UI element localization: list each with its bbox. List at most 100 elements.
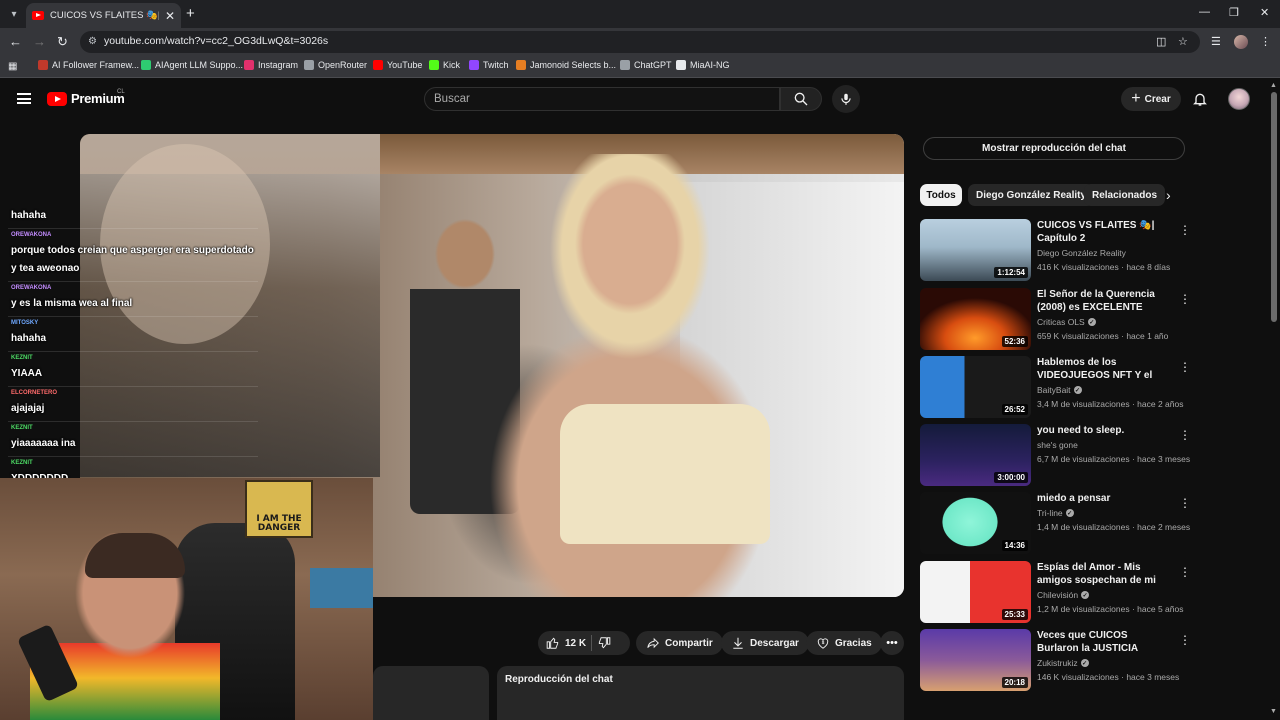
video-title[interactable]: Espías del Amor - Mis amigos sospechan d… <box>1037 561 1172 587</box>
account-avatar[interactable] <box>1228 88 1250 110</box>
chevron-right-icon[interactable]: › <box>1166 187 1171 203</box>
menu-icon[interactable] <box>17 93 31 104</box>
video-thumbnail[interactable]: 26:52 <box>920 356 1031 418</box>
address-bar[interactable]: ⚙ youtube.com/watch?v=cc2_OG3dLwQ&t=3026… <box>80 31 1200 53</box>
channel-name[interactable]: Tri-line <box>1037 508 1063 518</box>
bookmark-openrouter[interactable]: OpenRouter <box>304 60 367 70</box>
more-actions-button[interactable]: ••• <box>880 631 904 655</box>
video-thumbnail[interactable]: 52:36 <box>920 288 1031 350</box>
tab-search-button[interactable]: ▾ <box>4 4 24 24</box>
forward-arrow-icon[interactable]: → <box>33 34 46 49</box>
chip-channel[interactable]: Diego González Reality <box>968 184 1095 206</box>
video-title[interactable]: miedo a pensar <box>1037 492 1172 505</box>
video-channel[interactable]: Zukistrukiz ✓ <box>1037 658 1089 668</box>
channel-name[interactable]: Diego González Reality <box>1037 248 1126 258</box>
scroll-down-icon[interactable]: ▼ <box>1270 708 1277 715</box>
share-button[interactable]: Compartir <box>636 631 723 655</box>
scroll-up-icon[interactable]: ▲ <box>1270 82 1277 89</box>
video-channel[interactable]: Chilevisión ✓ <box>1037 590 1090 600</box>
notifications-button[interactable] <box>1192 91 1208 112</box>
video-channel[interactable]: Diego González Reality <box>1037 248 1126 258</box>
chat-message-text: yiaaaaaaa ina <box>11 438 76 449</box>
recommended-video[interactable]: 14:36 miedo a pensar Tri-line ✓ 1,4 M de … <box>920 492 1191 554</box>
voice-search-button[interactable] <box>832 85 860 113</box>
bookmark-youtube[interactable]: YouTube <box>373 60 422 70</box>
video-menu-icon[interactable]: ⋮ <box>1179 428 1191 442</box>
video-menu-icon[interactable]: ⋮ <box>1179 223 1191 237</box>
like-count[interactable]: 12 K <box>565 638 586 649</box>
youtube-premium-logo[interactable]: Premium <box>47 91 125 106</box>
video-thumbnail[interactable]: 14:36 <box>920 492 1031 554</box>
bookmark-miaai[interactable]: MiaAI-NG <box>676 60 730 70</box>
chat-replay-panel[interactable]: Reproducción del chat <box>497 666 904 720</box>
recommended-video[interactable]: 26:52 Hablemos de los VIDEOJUEGOS NFT Y … <box>920 356 1191 418</box>
chat-username: KEZNIT <box>11 355 33 361</box>
search-button[interactable] <box>780 87 822 111</box>
bookmark-jamonoid[interactable]: Jamonoid Selects b... <box>516 60 616 70</box>
download-button[interactable]: Descargar <box>721 631 809 655</box>
video-menu-icon[interactable]: ⋮ <box>1179 360 1191 374</box>
channel-name[interactable]: Chilevisión <box>1037 590 1078 600</box>
bookmark-twitch[interactable]: Twitch <box>469 60 509 70</box>
video-title[interactable]: you need to sleep. <box>1037 424 1172 437</box>
chip-all[interactable]: Todos <box>920 184 962 206</box>
create-button[interactable]: + Crear <box>1121 87 1181 111</box>
bookmark-instagram[interactable]: Instagram <box>244 60 298 70</box>
video-thumbnail[interactable]: 1:12:54 <box>920 219 1031 281</box>
bookmark-ai-follower[interactable]: AI Follower Framew... <box>38 60 139 70</box>
search-input[interactable]: Buscar <box>424 87 780 111</box>
bookmark-aiagent[interactable]: AIAgent LLM Suppo... <box>141 60 243 70</box>
browser-tab-active[interactable]: CUICOS VS FLAITES 🎭| Capítulo ✕ <box>26 3 181 28</box>
bookmarks-bar: ▦ AI Follower Framew... AIAgent LLM Supp… <box>0 56 1280 78</box>
video-menu-icon[interactable]: ⋮ <box>1179 496 1191 510</box>
recommended-video[interactable]: 1:12:54 CUICOS VS FLAITES 🎭| Capítulo 2 … <box>920 219 1191 281</box>
browser-menu-icon[interactable]: ⋮ <box>1260 35 1271 48</box>
video-menu-icon[interactable]: ⋮ <box>1179 633 1191 647</box>
address-url[interactable]: youtube.com/watch?v=cc2_OG3dLwQ&t=3026s <box>104 35 328 47</box>
video-channel[interactable]: BaityBait ✓ <box>1037 385 1082 395</box>
bookmark-label: MiaAI-NG <box>690 60 730 70</box>
thumbs-up-icon[interactable] <box>546 636 560 650</box>
thanks-button[interactable]: $ Gracias <box>806 631 882 655</box>
recommended-video[interactable]: 25:33 Espías del Amor - Mis amigos sospe… <box>920 561 1191 623</box>
back-arrow-icon[interactable]: ← <box>9 34 22 49</box>
scrollbar-thumb[interactable] <box>1271 92 1277 322</box>
close-tab-icon[interactable]: ✕ <box>165 9 175 23</box>
minimize-window-icon[interactable]: — <box>1199 6 1210 18</box>
close-window-icon[interactable]: ✕ <box>1260 6 1269 19</box>
install-app-icon[interactable]: ◫ <box>1156 35 1166 48</box>
bookmark-chatgpt[interactable]: ChatGPT <box>620 60 672 70</box>
channel-name[interactable]: she's gone <box>1037 440 1078 450</box>
video-title[interactable]: Veces que CUICOS Burlaron la JUSTICIA <box>1037 629 1172 655</box>
new-tab-button[interactable]: + <box>186 5 195 22</box>
channel-name[interactable]: Zukistrukiz <box>1037 658 1078 668</box>
media-controls-icon[interactable]: ☰ <box>1211 35 1221 48</box>
video-title[interactable]: Hablemos de los VIDEOJUEGOS NFT Y el MET… <box>1037 356 1172 382</box>
video-title[interactable]: El Señor de la Querencia (2008) es EXCEL… <box>1037 288 1172 314</box>
channel-name[interactable]: BaityBait <box>1037 385 1071 395</box>
show-chat-replay-button[interactable]: Mostrar reproducción del chat <box>923 137 1185 160</box>
video-channel[interactable]: Criticas OLS ✓ <box>1037 317 1096 327</box>
video-thumbnail[interactable]: 3:00:00 <box>920 424 1031 486</box>
bookmark-star-icon[interactable]: ☆ <box>1178 35 1188 48</box>
video-title[interactable]: CUICOS VS FLAITES 🎭| Capítulo 2 <box>1037 219 1172 245</box>
description-card[interactable] <box>373 666 489 720</box>
video-channel[interactable]: she's gone <box>1037 440 1078 450</box>
video-thumbnail[interactable]: 20:18 <box>920 629 1031 691</box>
video-menu-icon[interactable]: ⋮ <box>1179 565 1191 579</box>
browser-profile-avatar[interactable] <box>1234 35 1248 49</box>
chip-related[interactable]: Relacionados <box>1084 184 1166 206</box>
bookmark-kick[interactable]: Kick <box>429 60 460 70</box>
reload-icon[interactable]: ↻ <box>57 34 68 50</box>
site-info-icon[interactable]: ⚙ <box>88 36 97 47</box>
recommended-video[interactable]: 3:00:00 you need to sleep. she's gone 6,… <box>920 424 1191 486</box>
channel-name[interactable]: Criticas OLS <box>1037 317 1085 327</box>
thumbs-down-icon[interactable] <box>597 636 611 650</box>
video-thumbnail[interactable]: 25:33 <box>920 561 1031 623</box>
video-channel[interactable]: Tri-line ✓ <box>1037 508 1074 518</box>
video-menu-icon[interactable]: ⋮ <box>1179 292 1191 306</box>
recommended-video[interactable]: 52:36 El Señor de la Querencia (2008) es… <box>920 288 1191 350</box>
apps-grid-icon[interactable]: ▦ <box>8 61 17 72</box>
restore-window-icon[interactable]: ❐ <box>1229 6 1239 19</box>
recommended-video[interactable]: 20:18 Veces que CUICOS Burlaron la JUSTI… <box>920 629 1191 691</box>
